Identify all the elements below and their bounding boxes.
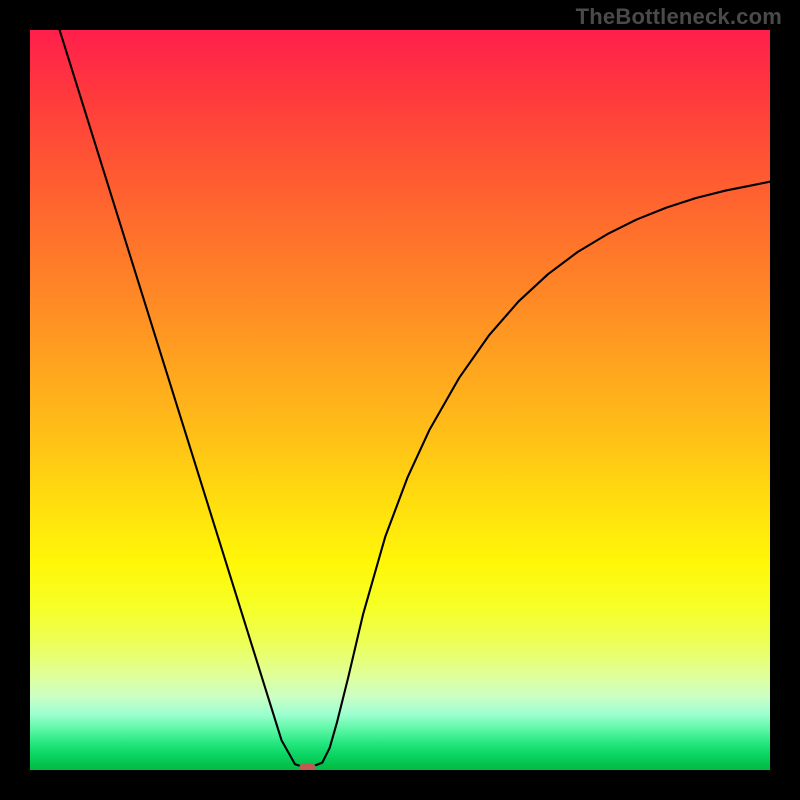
chart-stage: TheBottleneck.com bbox=[0, 0, 800, 800]
plot-area bbox=[30, 30, 770, 770]
watermark-text: TheBottleneck.com bbox=[576, 4, 782, 30]
curve-layer bbox=[30, 30, 770, 770]
bottleneck-curve bbox=[60, 30, 770, 769]
minimum-marker bbox=[300, 764, 316, 770]
